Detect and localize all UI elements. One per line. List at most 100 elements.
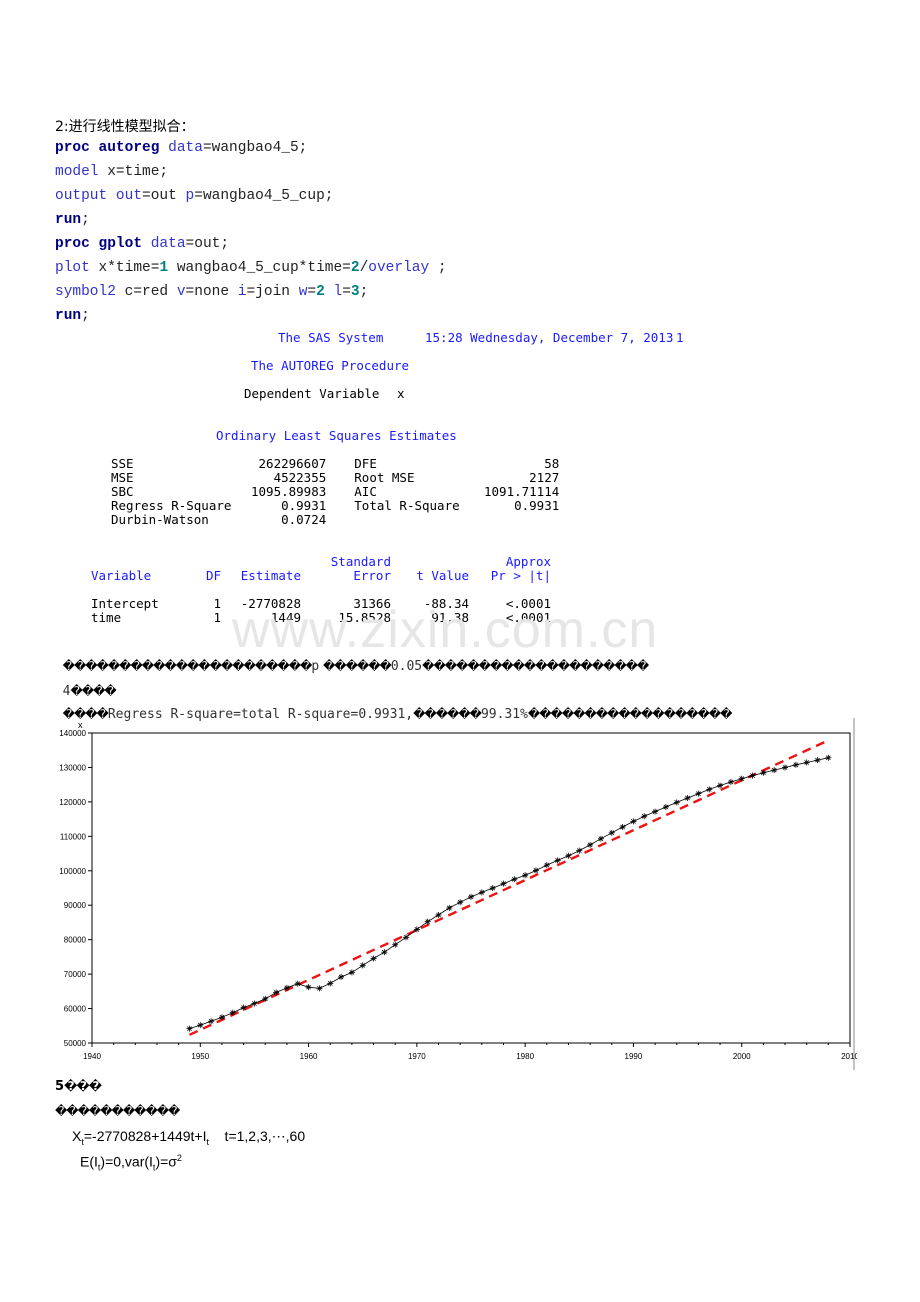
ols-stats-table: SSE 262296607 DFE 58 MSE 4522355 Root MSE 2127 S…	[111, 457, 559, 527]
fit-chart: x 50000 60000 70000 80000 90000 100000 110000 12…	[55, 718, 859, 1073]
observed-point	[327, 980, 334, 987]
note-significance: ����������������������p ������0.05������…	[62, 659, 650, 674]
plot-frame	[91, 732, 851, 1044]
code-line: run;	[55, 308, 90, 324]
sas-page-number: 1	[676, 330, 684, 345]
error-assumption: E(It)=0,var(It)=σ2	[80, 1153, 182, 1173]
observed-point	[500, 880, 507, 887]
x-tick-label: 1980	[516, 1052, 534, 1061]
observed-point	[782, 764, 789, 771]
sas-code-block: proc autoreg data=wangbao4_5;model x=tim…	[55, 136, 447, 328]
observed-point	[468, 893, 474, 900]
x-tick-label: 1970	[408, 1052, 426, 1061]
y-tick-label: 100000	[59, 867, 86, 876]
observed-point	[403, 934, 410, 941]
code-line: plot x*time=1 wangbao4_5_cup*time=2/over…	[55, 260, 447, 276]
sas-system-title: The SAS System	[278, 330, 384, 345]
stats-row: MSE 4522355 Root MSE 2127	[111, 470, 560, 485]
code-line: symbol2 c=red v=none i=join w=2 l=3;	[55, 284, 369, 300]
observed-point	[283, 984, 290, 991]
dependent-variable-label: Dependent Variable	[244, 386, 380, 401]
observed-point	[532, 867, 539, 874]
fitted-line	[188, 739, 829, 1036]
observed-point	[424, 918, 431, 925]
observed-point	[478, 889, 485, 896]
observed-point	[489, 885, 496, 892]
code-line: run;	[55, 212, 90, 228]
observed-point	[749, 772, 756, 779]
code-line: proc gplot data=out;	[55, 236, 230, 252]
observed-point	[218, 1014, 225, 1021]
x-tick-label: 1960	[300, 1052, 318, 1061]
observed-point	[186, 1025, 193, 1032]
stats-row: Regress R-Square 0.9931 Total R-Square 0.99…	[111, 498, 560, 513]
observed-point	[446, 904, 453, 911]
observed-point	[684, 795, 691, 802]
observed-point	[630, 818, 637, 825]
stats-row: Durbin-Watson 0.0724	[111, 512, 327, 527]
observed-point	[197, 1022, 204, 1029]
observed-point	[251, 1000, 258, 1007]
observed-point	[792, 761, 799, 768]
observed-point	[543, 862, 550, 869]
observed-point	[727, 778, 734, 785]
observed-point	[673, 799, 680, 806]
observed-point	[522, 872, 529, 879]
y-tick-label: 130000	[59, 763, 86, 772]
x-tick-label: 2000	[733, 1052, 751, 1061]
y-tick-label: 140000	[59, 729, 86, 738]
section-heading: 2:进行线性模型拟合：	[55, 119, 195, 135]
x-tick-label: 2010	[841, 1052, 857, 1061]
code-line: output out=out p=wangbao4_5_cup;	[55, 188, 334, 204]
observed-point	[641, 813, 648, 820]
observed-point	[305, 984, 312, 991]
observed-point	[825, 754, 832, 761]
sas-procedure-title: The AUTOREG Procedure	[251, 358, 410, 373]
code-line: proc autoreg data=wangbao4_5;	[55, 140, 308, 156]
observed-point	[597, 835, 604, 842]
y-tick-label: 90000	[64, 901, 87, 910]
observed-point	[662, 803, 669, 810]
observed-point	[587, 841, 594, 848]
observed-point	[511, 876, 518, 883]
observed-point	[695, 790, 702, 797]
dependent-variable-value: x	[397, 386, 405, 401]
observed-point	[717, 782, 724, 789]
observed-point	[565, 852, 572, 859]
observed-point	[814, 757, 821, 764]
y-tick-label: 70000	[64, 970, 87, 979]
observed-point	[273, 989, 280, 996]
observed-point	[608, 829, 615, 836]
y-tick-label: 110000	[60, 832, 87, 841]
observed-point	[348, 969, 355, 976]
x-tick-label: 1990	[625, 1052, 643, 1061]
stats-row: SSE 262296607 DFE 58	[111, 456, 560, 471]
observed-point	[370, 955, 377, 962]
code-line: model x=time;	[55, 164, 169, 180]
y-tick-label: 50000	[64, 1039, 87, 1048]
observed-point	[738, 775, 745, 782]
observed-point	[760, 769, 767, 776]
observed-point	[803, 759, 810, 766]
y-tick-label: 80000	[64, 936, 87, 945]
observed-point	[381, 949, 388, 956]
y-tick-label: 120000	[59, 798, 86, 807]
observed-point	[554, 857, 561, 864]
ols-title: Ordinary Least Squares Estimates	[216, 428, 457, 443]
observed-point	[229, 1009, 236, 1016]
observed-point	[359, 962, 366, 969]
x-tick-label: 1950	[191, 1052, 209, 1061]
observed-point	[457, 899, 464, 906]
observed-point	[706, 786, 713, 793]
fit-chart-svg: x500006000070000800009000010000011000012…	[59, 718, 859, 1070]
observed-point	[208, 1018, 215, 1025]
section-5-subheading: �����������	[55, 1104, 180, 1118]
observed-point	[576, 847, 583, 854]
observed-point	[316, 985, 323, 992]
observed-point	[619, 824, 626, 831]
model-formula: Xt=-2770828+1449t+It t=1,2,3,⋯,60	[72, 1128, 306, 1147]
stats-row: SBC 1095.89983 AIC 1091.71114	[111, 484, 560, 499]
section-5-heading: 5���	[55, 1079, 102, 1094]
x-tick-label: 1940	[83, 1052, 101, 1061]
observed-point	[294, 980, 301, 987]
